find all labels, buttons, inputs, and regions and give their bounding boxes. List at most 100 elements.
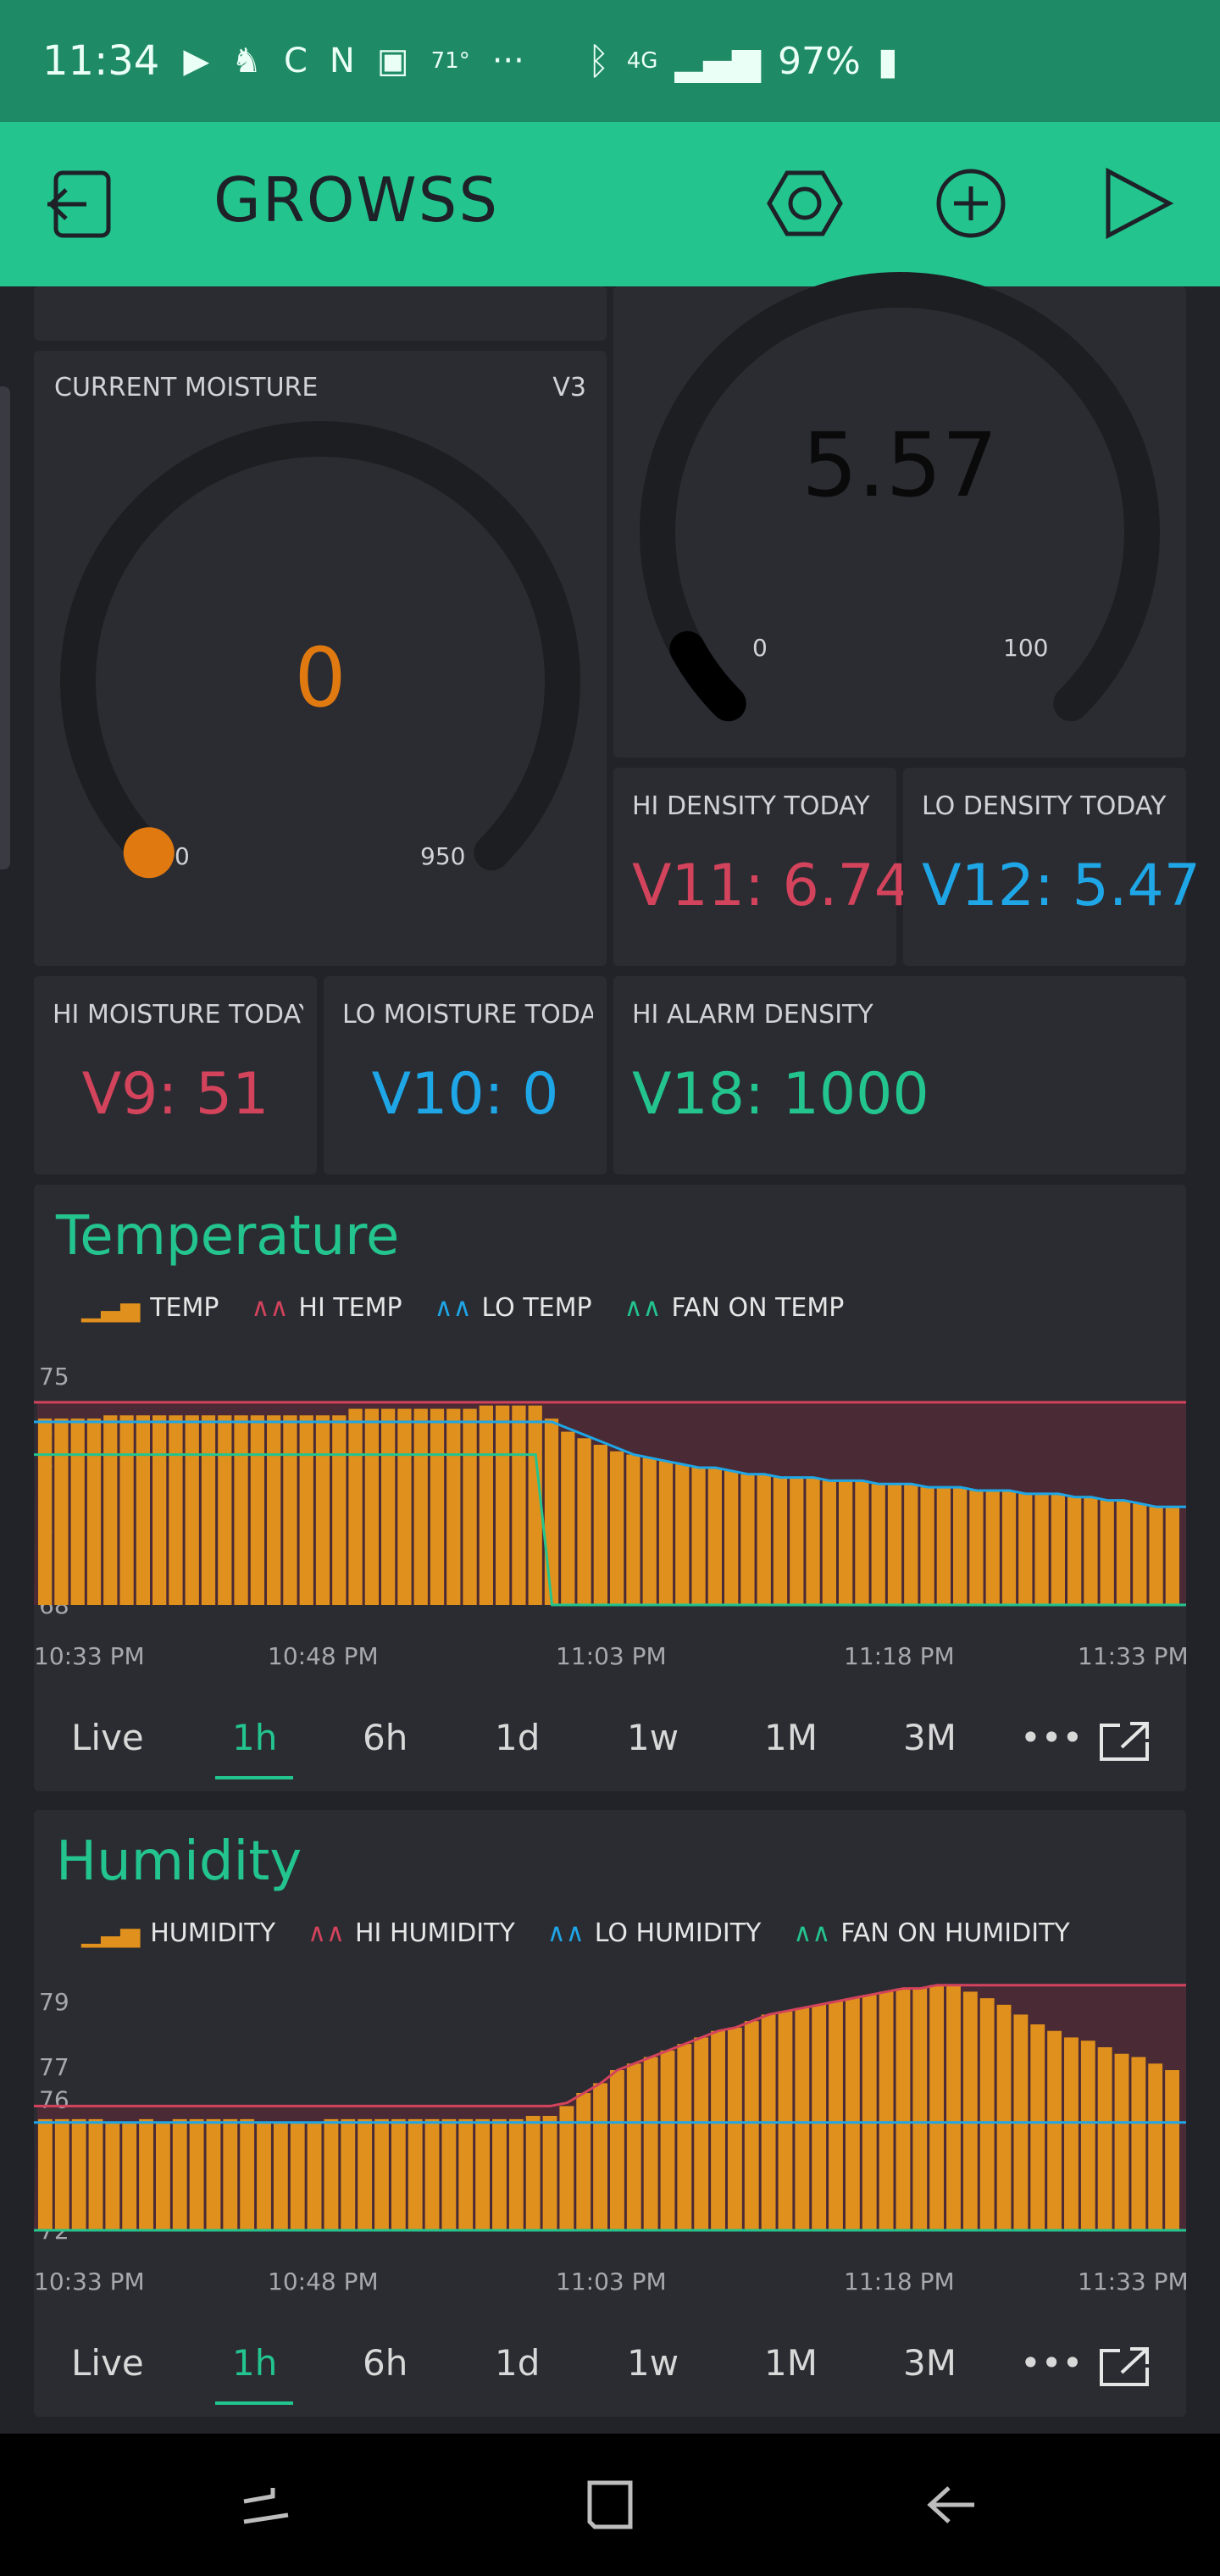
bar: [172, 2118, 187, 2230]
range-1w[interactable]: 1w: [627, 1717, 679, 1758]
bar: [348, 1408, 363, 1605]
bar: [1133, 1503, 1147, 1605]
bar: [642, 1457, 657, 1605]
c-icon: C: [283, 42, 308, 80]
range-3m[interactable]: 3M: [903, 1717, 957, 1758]
bar: [201, 1415, 216, 1605]
active-range-underline: [215, 2401, 293, 2405]
legend-hi-temp[interactable]: ∧∧ HI TEMP: [251, 1293, 402, 1323]
bar: [593, 2083, 607, 2230]
range-1h[interactable]: 1h: [232, 2342, 277, 2384]
humidity-plot[interactable]: 7977767472: [34, 1968, 1186, 2251]
bar: [1047, 2030, 1062, 2230]
range-1d[interactable]: 1d: [495, 1717, 540, 1758]
bar: [839, 1480, 853, 1605]
bar: [441, 2118, 457, 2230]
bar: [299, 1415, 313, 1605]
bar: [250, 1415, 264, 1605]
lo-moisture-label: LO MOISTURE TODAY: [342, 1000, 593, 1030]
bar: [658, 1461, 674, 1605]
x-tick: 10:33 PM: [34, 2268, 145, 2296]
humidity-legend: ▁▃▅ HUMIDITY ∧∧ HI HUMIDITY ∧∧ LO HUMIDITY …: [81, 1918, 1070, 1948]
bar: [1018, 1493, 1033, 1605]
home-icon[interactable]: [583, 2478, 637, 2532]
weather-temp: 71°: [430, 48, 470, 74]
line-series-icon: ∧∧: [308, 1918, 345, 1948]
exit-project-icon[interactable]: [44, 169, 120, 239]
bar: [1149, 1507, 1163, 1605]
bar: [626, 1454, 640, 1605]
bar: [496, 1405, 510, 1605]
lo-moisture-tile: LO MOISTURE TODAY V10: 0: [324, 976, 607, 1174]
fullscreen-icon[interactable]: [1098, 1720, 1151, 1763]
bar: [985, 1491, 1000, 1605]
bar: [240, 2118, 255, 2230]
bar: [492, 2118, 507, 2230]
bar: [54, 2118, 69, 2230]
density-gauge-min: 0: [752, 634, 768, 662]
more-icon[interactable]: •••: [1020, 1717, 1083, 1758]
bar-series-icon: ▁▃▅: [81, 1293, 141, 1323]
range-live[interactable]: Live: [71, 1717, 144, 1758]
range-1d[interactable]: 1d: [495, 2342, 540, 2384]
more-icon[interactable]: •••: [1020, 2342, 1083, 2384]
bar: [929, 1985, 945, 2230]
bar: [691, 1468, 706, 1605]
bar: [626, 2063, 641, 2230]
bar: [1131, 2057, 1146, 2230]
back-icon[interactable]: [923, 2478, 978, 2532]
bar: [1114, 2053, 1129, 2230]
legend-humidity[interactable]: ▁▃▅ HUMIDITY: [81, 1918, 275, 1948]
legend-fan-on-temp[interactable]: ∧∧ FAN ON TEMP: [624, 1293, 845, 1323]
bar: [1051, 1493, 1065, 1605]
x-tick: 11:03 PM: [556, 2268, 667, 2296]
recent-apps-icon[interactable]: [239, 2478, 293, 2532]
bar: [1034, 1493, 1049, 1605]
lo-moisture-value: V10: 0: [371, 1061, 559, 1128]
range-live[interactable]: Live: [71, 2342, 144, 2384]
bar: [1030, 2024, 1045, 2230]
temperature-plot[interactable]: 7573727068: [34, 1342, 1186, 1625]
bar: [660, 2050, 675, 2230]
bar: [525, 2116, 541, 2230]
project-title: GROWSS: [214, 164, 500, 236]
bar: [773, 1477, 788, 1605]
moisture-gauge-min: 0: [175, 842, 190, 870]
bar: [845, 1998, 860, 2230]
range-3m[interactable]: 3M: [903, 2342, 957, 2384]
bar: [86, 1418, 102, 1605]
bar: [1116, 1500, 1131, 1605]
bar: [122, 2122, 137, 2230]
x-tick: 10:48 PM: [268, 1642, 379, 1670]
range-6h[interactable]: 6h: [363, 2342, 408, 2384]
status-bar: 11:34 ▶ ♞ C N ▣ 71° ··· ᛒ 4G ▂▄▆ 97% ▮: [0, 0, 1220, 122]
bar: [896, 1988, 911, 2230]
x-tick: 11:18 PM: [844, 1642, 955, 1670]
legend-fan-on-humidity[interactable]: ∧∧ FAN ON HUMIDITY: [793, 1918, 1069, 1948]
legend-lo-temp[interactable]: ∧∧ LO TEMP: [435, 1293, 592, 1323]
battery-level: 97%: [777, 39, 861, 83]
signal-icon: ▂▄▆: [674, 39, 761, 83]
bar: [757, 1474, 771, 1605]
bar: [559, 2106, 574, 2230]
humidity-chart-tile: Humidity ▁▃▅ HUMIDITY ∧∧ HI HUMIDITY ∧∧ LO …: [34, 1810, 1189, 2417]
side-panel-handle[interactable]: [0, 386, 10, 869]
legend-hi-humidity[interactable]: ∧∧ HI HUMIDITY: [308, 1918, 515, 1948]
lo-density-label: LO DENSITY TODAY: [922, 791, 1167, 821]
hi-density-value: V11: 6.74: [632, 852, 911, 919]
legend-temp[interactable]: ▁▃▅ TEMP: [81, 1293, 219, 1323]
range-1m[interactable]: 1M: [764, 1717, 818, 1758]
temperature-chart-title: Temperature: [56, 1205, 400, 1268]
range-1w[interactable]: 1w: [627, 2342, 679, 2384]
bar: [397, 1408, 412, 1605]
temperature-legend: ▁▃▅ TEMP ∧∧ HI TEMP ∧∧ LO TEMP ∧∧ FAN ON TEM…: [81, 1293, 844, 1323]
bar: [675, 1464, 690, 1605]
fullscreen-icon[interactable]: [1098, 2346, 1151, 2388]
legend-lo-humidity[interactable]: ∧∧ LO HUMIDITY: [547, 1918, 762, 1948]
play-icon: ▶: [183, 42, 210, 80]
system-nav-bar: [0, 2434, 1220, 2576]
y-tick-label: 75: [39, 1363, 69, 1391]
range-6h[interactable]: 6h: [363, 1717, 408, 1758]
range-1h[interactable]: 1h: [232, 1717, 277, 1758]
range-1m[interactable]: 1M: [764, 2342, 818, 2384]
